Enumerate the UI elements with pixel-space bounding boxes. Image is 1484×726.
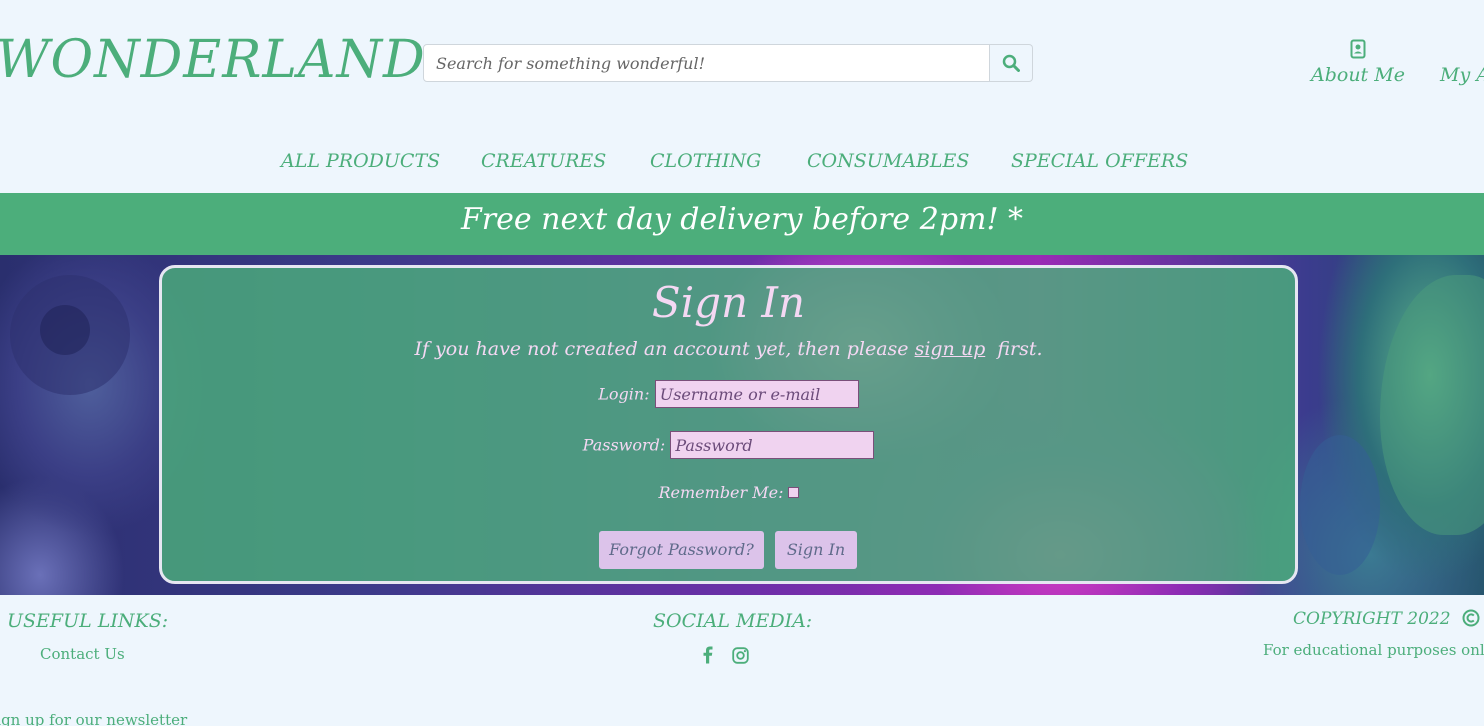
contact-card-icon — [1350, 39, 1366, 59]
login-row: Login: — [162, 380, 1295, 408]
contact-us-link[interactable]: Contact Us — [40, 645, 125, 663]
signin-button[interactable]: Sign In — [775, 531, 857, 569]
search-button[interactable] — [990, 44, 1033, 82]
my-account-link[interactable]: My Account — [1440, 38, 1484, 86]
signin-subtitle: If you have not created an account yet, … — [162, 338, 1295, 360]
newsletter-link[interactable]: Sign up for our newsletter — [0, 711, 187, 726]
delivery-banner: Free next day delivery before 2pm! * — [0, 193, 1484, 255]
search-bar — [423, 44, 1033, 82]
password-label: Password: — [582, 435, 666, 455]
hero-decoration — [1300, 435, 1380, 575]
nav-clothing[interactable]: CLOTHING — [650, 150, 761, 172]
site-footer: USEFUL LINKS: Contact Us Sign up for our… — [0, 595, 1484, 726]
forgot-password-button[interactable]: Forgot Password? — [599, 531, 764, 569]
site-logo[interactable]: WONDERLAND — [0, 30, 426, 90]
remember-row: Remember Me: — [162, 482, 1295, 502]
login-input[interactable] — [654, 380, 859, 408]
site-header: WONDERLAND About Me My Account ALL PRODU… — [0, 0, 1484, 193]
remember-checkbox[interactable] — [787, 487, 799, 498]
signup-link[interactable]: sign up — [915, 338, 986, 360]
useful-links-heading: USEFUL LINKS: — [7, 610, 169, 632]
nav-consumables[interactable]: CONSUMABLES — [807, 150, 969, 172]
main-nav: ALL PRODUCTS CREATURES CLOTHING CONSUMAB… — [0, 150, 1484, 178]
password-row: Password: — [162, 431, 1295, 459]
signin-sub-prefix: If you have not created an account yet, … — [414, 338, 915, 360]
search-icon — [1002, 54, 1020, 72]
signin-title: Sign In — [651, 278, 806, 327]
copyright-note: For educational purposes only — [1263, 641, 1484, 659]
remember-label: Remember Me: — [658, 483, 784, 502]
nav-special-offers[interactable]: SPECIAL OFFERS — [1011, 150, 1188, 172]
search-input[interactable] — [423, 44, 990, 82]
nav-all-products[interactable]: ALL PRODUCTS — [281, 150, 440, 172]
password-input[interactable] — [670, 431, 875, 459]
copyright-icon — [1462, 609, 1480, 627]
about-me-link[interactable]: About Me — [1311, 38, 1405, 86]
nav-creatures[interactable]: CREATURES — [481, 150, 606, 172]
hero-decoration — [40, 305, 90, 355]
social-media-heading: SOCIAL MEDIA: — [653, 610, 813, 632]
hero-decoration — [1380, 275, 1484, 535]
signin-sub-suffix: first. — [985, 338, 1043, 360]
signin-card: Sign In If you have not created an accou… — [159, 265, 1298, 584]
user-icon — [1454, 38, 1484, 60]
login-label: Login: — [598, 384, 650, 404]
instagram-icon[interactable] — [732, 647, 749, 664]
copyright-heading: COPYRIGHT 2022 — [1293, 609, 1480, 629]
my-account-label: My Account — [1440, 64, 1484, 86]
facebook-icon[interactable] — [702, 646, 714, 664]
copyright-text: COPYRIGHT 2022 — [1293, 609, 1451, 629]
about-me-label: About Me — [1311, 64, 1405, 86]
